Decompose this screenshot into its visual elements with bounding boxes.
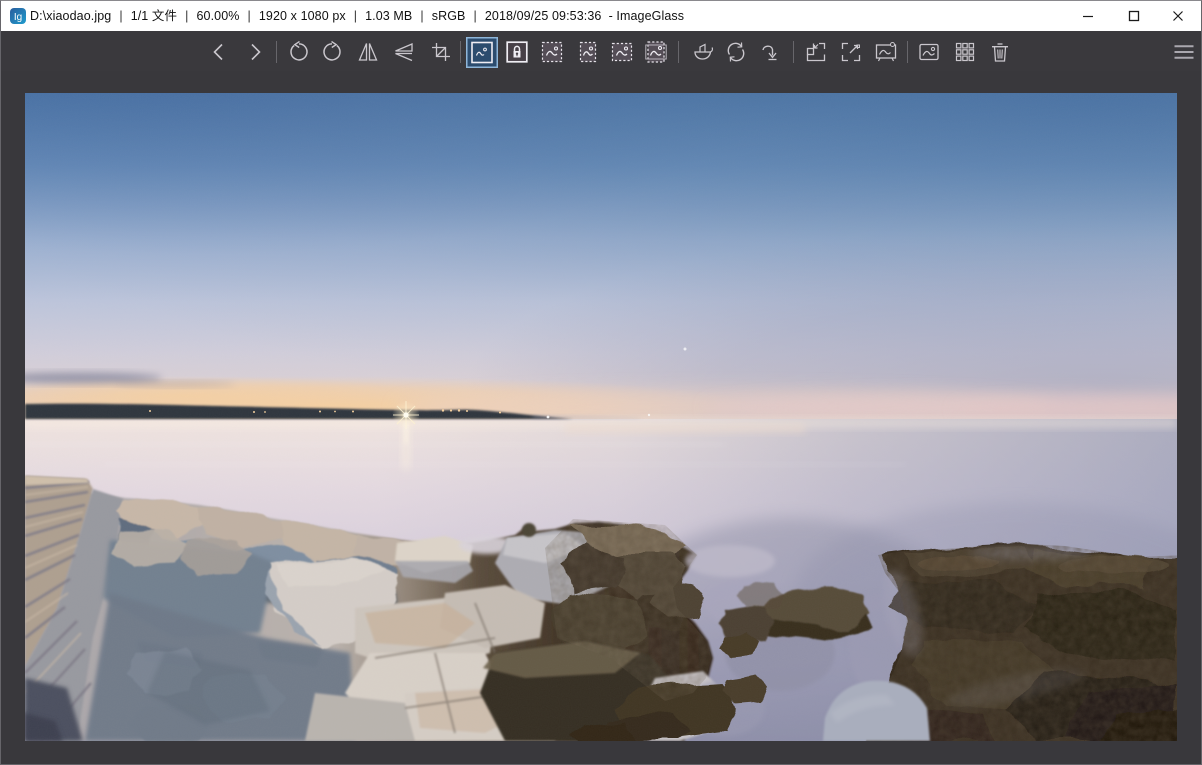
svg-text:Ig: Ig xyxy=(14,12,22,23)
